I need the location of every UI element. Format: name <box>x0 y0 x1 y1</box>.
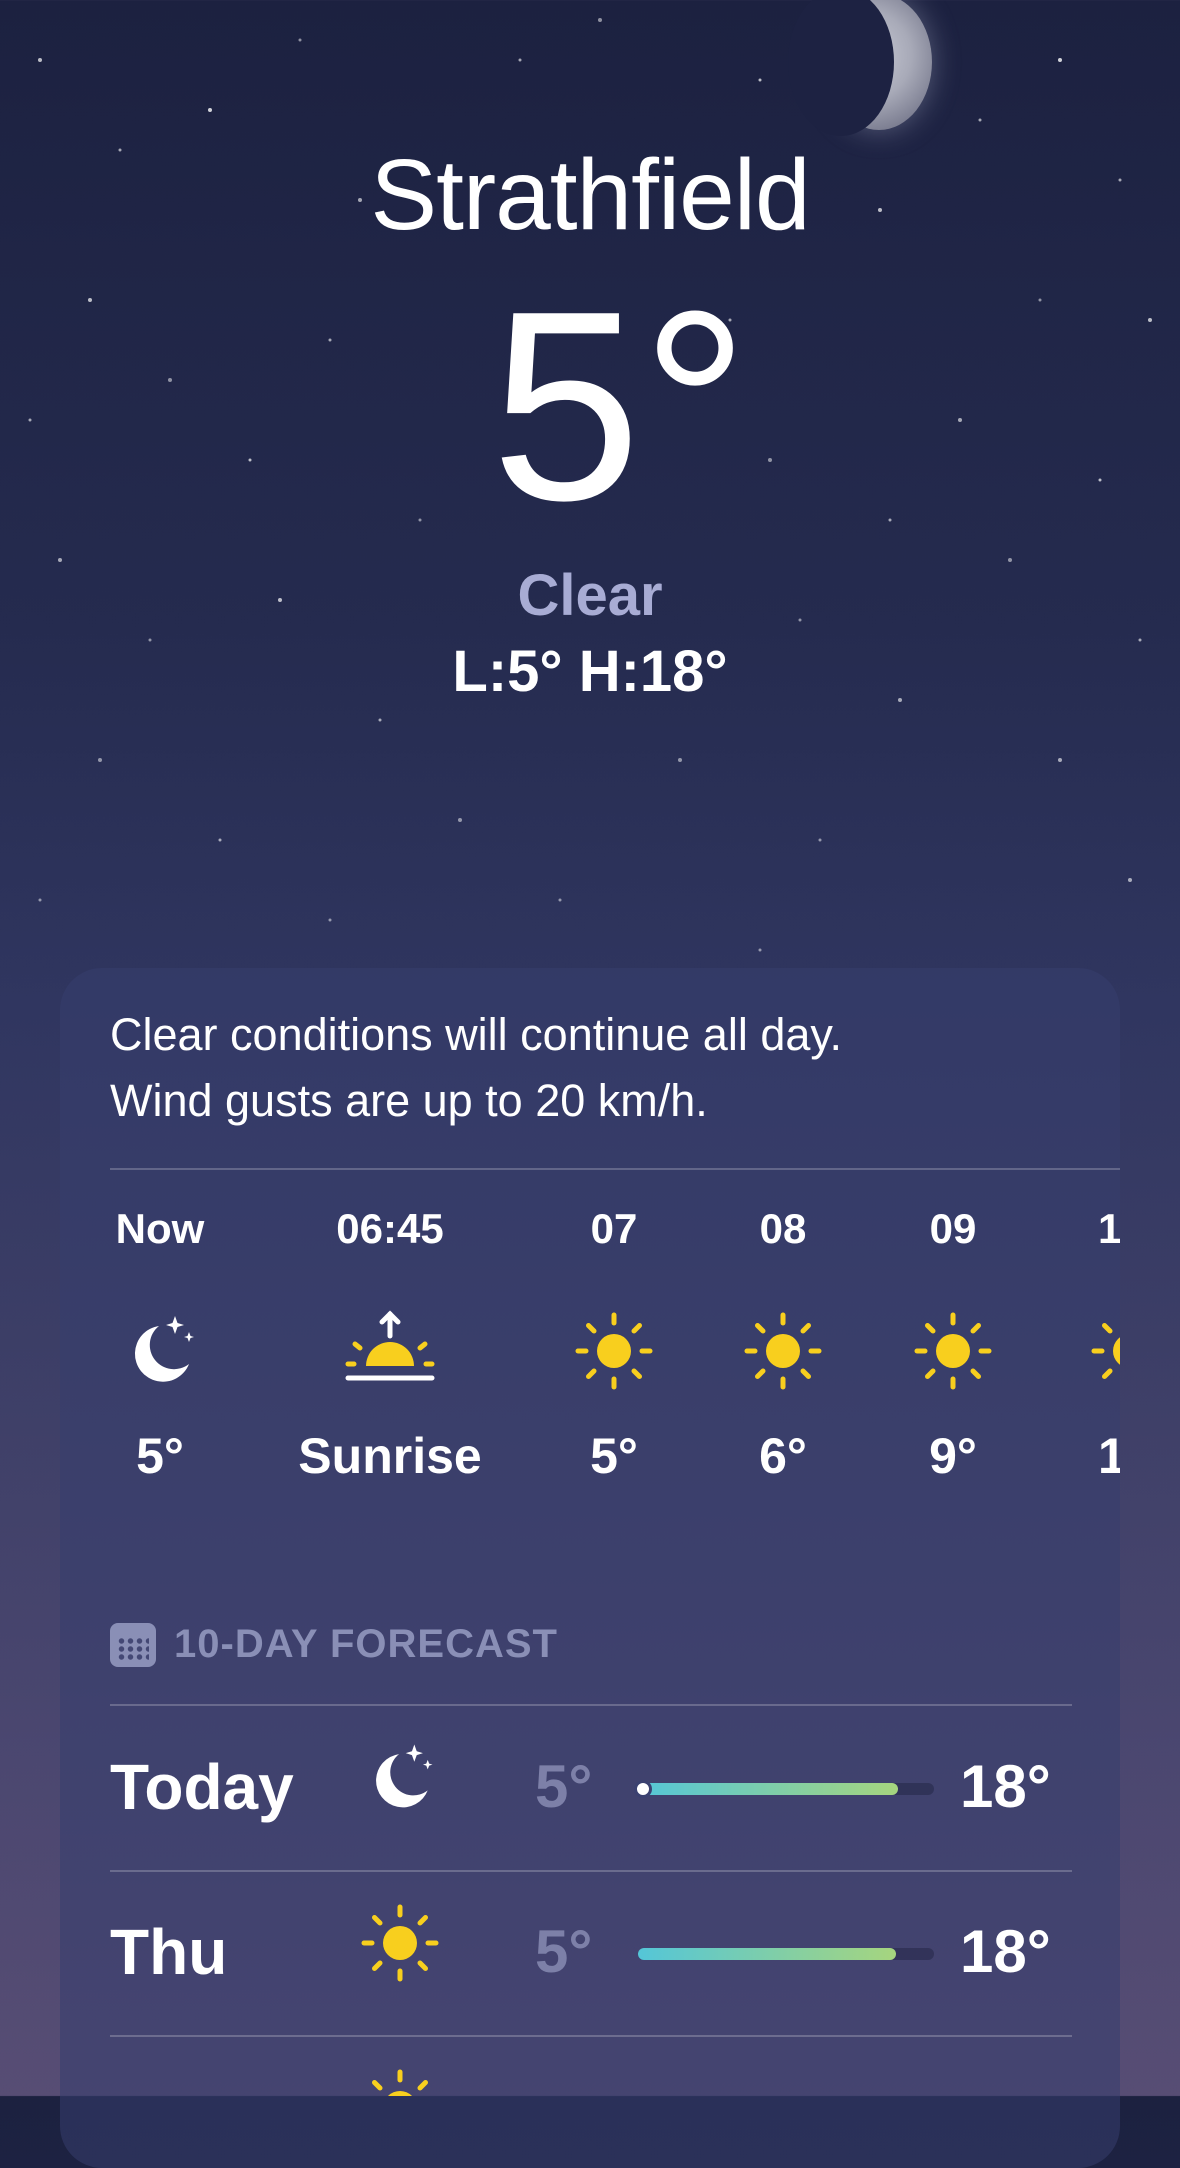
current-temperature-marker <box>634 1780 652 1798</box>
forecast-divider <box>110 1704 1072 1706</box>
temperature-range-bar <box>634 1780 934 1798</box>
temperature-range-fill <box>638 1948 896 1960</box>
hourly-item: 06:45 Sunrise <box>290 1205 490 1485</box>
sun-icon <box>350 2058 450 2096</box>
hour-label: Now <box>115 1205 205 1252</box>
summary-line-1: Clear conditions will continue all day. <box>110 1009 843 1060</box>
high-temperature: 18° <box>960 1918 1051 1985</box>
calendar-icon <box>110 1622 156 1667</box>
sunrise-icon <box>290 1281 490 1421</box>
hour-label: 1 <box>1098 1205 1120 1252</box>
hourly-item: Now 5° <box>60 1205 260 1485</box>
hour-temperature: 12 <box>1098 1428 1120 1484</box>
high-temperature: 18° <box>960 1753 1051 1820</box>
city-name: Strathfield <box>370 139 810 251</box>
ten-day-forecast-title: 10-DAY FORECAST <box>174 1622 558 1666</box>
hour-temperature: Sunrise <box>298 1428 482 1484</box>
ten-day-forecast-header: 10-DAY FORECAST <box>110 1622 558 1667</box>
condition-text: Clear <box>517 563 663 628</box>
temperature-range-bar <box>638 1948 934 1960</box>
moon-stars-icon <box>60 1281 260 1421</box>
sun-icon <box>853 1281 1053 1421</box>
sun-icon <box>1088 1281 1120 1421</box>
hour-label: 06:45 <box>336 1205 444 1252</box>
hour-label: 09 <box>929 1205 977 1252</box>
day-name: Today <box>110 1751 294 1823</box>
hourly-item: 09 9° <box>853 1205 1053 1485</box>
hour-temperature: 9° <box>929 1428 977 1484</box>
moon-image <box>788 0 932 136</box>
moon-stars-icon <box>350 1728 450 1828</box>
forecast-row-today[interactable]: Today 5° 18° <box>110 1708 1070 1868</box>
forecast-row-partial[interactable] <box>110 2050 1072 2096</box>
hour-temperature: 5° <box>136 1428 184 1484</box>
low-temperature: 5° <box>535 1918 593 1985</box>
temperature-range-fill <box>638 1783 899 1795</box>
summary-divider <box>110 1168 1120 1170</box>
current-temperature: 5° <box>490 256 750 557</box>
weather-summary: Clear conditions will continue all day. … <box>110 1002 1110 1134</box>
day-name: Thu <box>110 1916 228 1988</box>
row-divider <box>110 1870 1072 1872</box>
row-divider <box>110 2035 1072 2037</box>
hourly-item-clipped: 1 12 <box>1050 1205 1120 1535</box>
low-temperature: 5° <box>535 1753 593 1820</box>
high-low-text: L:5° H:18° <box>452 639 728 704</box>
summary-line-2: Wind gusts are up to 20 km/h. <box>110 1075 708 1126</box>
sun-icon <box>350 1893 450 1993</box>
forecast-row-thu[interactable]: Thu 5° 18° <box>110 1873 1070 2033</box>
